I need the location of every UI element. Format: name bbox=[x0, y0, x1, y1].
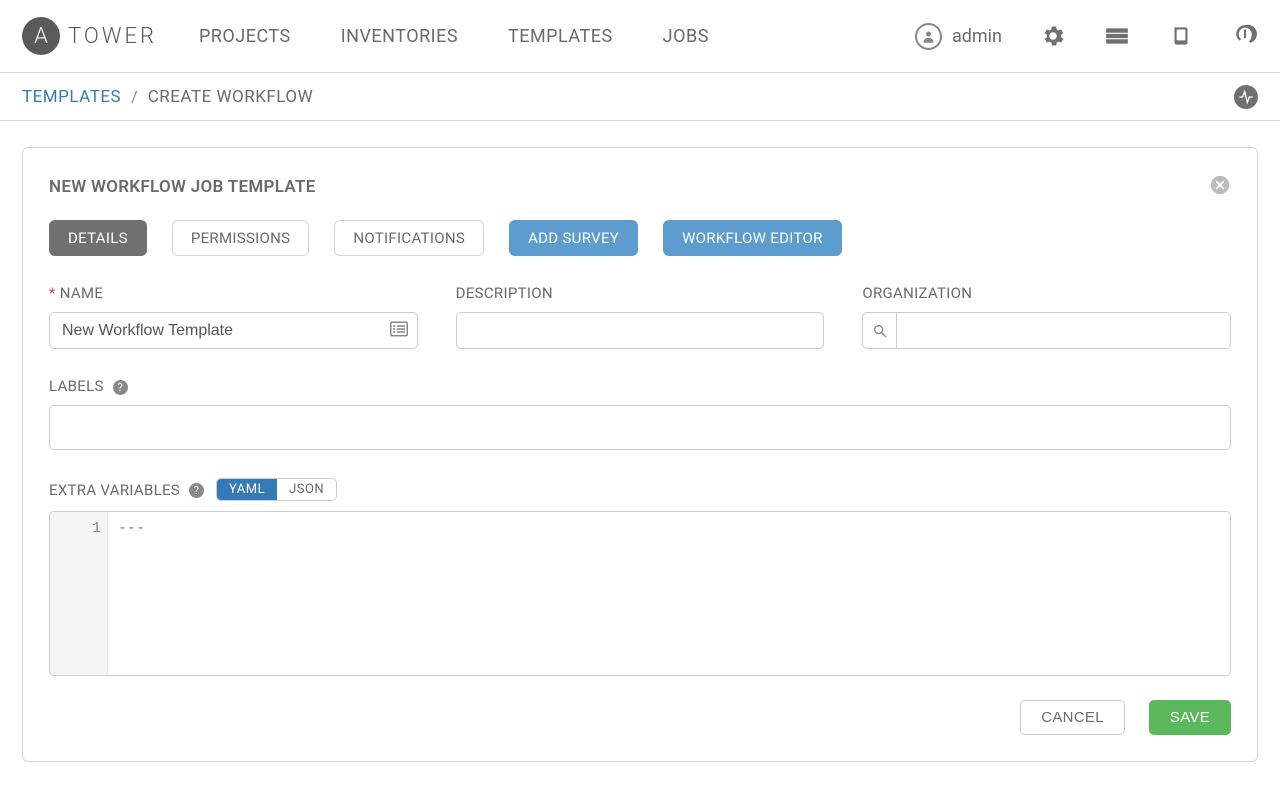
nav-links: PROJECTS INVENTORIES TEMPLATES JOBS bbox=[199, 26, 709, 47]
toggle-yaml[interactable]: YAML bbox=[217, 479, 277, 500]
organization-label: ORGANIZATION bbox=[862, 284, 1231, 302]
description-input[interactable] bbox=[456, 312, 825, 349]
panel-title: NEW WORKFLOW JOB TEMPLATE bbox=[49, 177, 316, 197]
organization-search-icon[interactable] bbox=[862, 312, 895, 349]
user-icon bbox=[915, 23, 942, 50]
nav-templates[interactable]: TEMPLATES bbox=[508, 26, 613, 47]
field-extra-variables: EXTRA VARIABLES ? YAML JSON 1 --- bbox=[49, 478, 1231, 676]
organization-input[interactable] bbox=[896, 312, 1231, 349]
nav-right: admin bbox=[915, 23, 1258, 50]
field-description: DESCRIPTION bbox=[456, 284, 825, 349]
form-footer: CANCEL SAVE bbox=[49, 700, 1231, 735]
tab-workflow-editor[interactable]: WORKFLOW EDITOR bbox=[663, 220, 842, 256]
user-menu[interactable]: admin bbox=[915, 23, 1002, 50]
tab-notifications[interactable]: NOTIFICATIONS bbox=[334, 220, 484, 256]
nav-projects[interactable]: PROJECTS bbox=[199, 26, 291, 47]
breadcrumb-templates[interactable]: TEMPLATES bbox=[22, 87, 121, 107]
tab-permissions[interactable]: PERMISSIONS bbox=[172, 220, 310, 256]
name-input[interactable] bbox=[49, 312, 418, 349]
extra-variables-help-icon[interactable]: ? bbox=[189, 483, 204, 498]
docs-icon[interactable] bbox=[1168, 23, 1194, 49]
nav-jobs[interactable]: JOBS bbox=[663, 26, 709, 47]
code-gutter: 1 bbox=[50, 512, 108, 675]
username-label: admin bbox=[952, 26, 1002, 47]
form-row-1: * NAME DESCRIPTION ORGANIZATION bbox=[49, 284, 1231, 349]
breadcrumb-current: CREATE WORKFLOW bbox=[148, 87, 313, 107]
top-nav: A TOWER PROJECTS INVENTORIES TEMPLATES J… bbox=[0, 0, 1280, 73]
format-toggle: YAML JSON bbox=[216, 478, 337, 501]
field-organization: ORGANIZATION bbox=[862, 284, 1231, 349]
cancel-button[interactable]: CANCEL bbox=[1020, 700, 1125, 735]
brand-name: TOWER bbox=[68, 24, 157, 49]
logo-badge-icon: A bbox=[22, 17, 60, 55]
nav-inventories[interactable]: INVENTORIES bbox=[341, 26, 458, 47]
extra-variables-label: EXTRA VARIABLES ? bbox=[49, 481, 204, 499]
description-label: DESCRIPTION bbox=[456, 284, 825, 302]
labels-label: LABELS ? bbox=[49, 377, 1231, 395]
field-name: * NAME bbox=[49, 284, 418, 349]
settings-icon[interactable] bbox=[1040, 23, 1066, 49]
labels-help-icon[interactable]: ? bbox=[113, 380, 128, 395]
breadcrumb: TEMPLATES / CREATE WORKFLOW bbox=[0, 73, 1280, 121]
tab-add-survey[interactable]: ADD SURVEY bbox=[509, 220, 638, 256]
code-editor[interactable]: 1 --- bbox=[49, 511, 1231, 676]
labels-input[interactable] bbox=[49, 405, 1231, 450]
close-icon[interactable] bbox=[1209, 174, 1231, 200]
name-label: * NAME bbox=[49, 284, 418, 302]
save-button[interactable]: SAVE bbox=[1149, 700, 1231, 735]
toggle-json[interactable]: JSON bbox=[277, 479, 336, 500]
list-icon[interactable] bbox=[390, 321, 408, 341]
portal-icon[interactable] bbox=[1104, 23, 1130, 49]
field-labels: LABELS ? bbox=[49, 377, 1231, 450]
activity-stream-icon[interactable] bbox=[1234, 85, 1258, 109]
logo[interactable]: A TOWER bbox=[22, 17, 157, 55]
tab-bar: DETAILS PERMISSIONS NOTIFICATIONS ADD SU… bbox=[49, 220, 1231, 256]
required-mark: * bbox=[49, 284, 56, 302]
form-panel: NEW WORKFLOW JOB TEMPLATE DETAILS PERMIS… bbox=[22, 147, 1258, 762]
panel-header: NEW WORKFLOW JOB TEMPLATE bbox=[49, 174, 1231, 200]
breadcrumb-separator: / bbox=[131, 87, 138, 106]
logout-icon[interactable] bbox=[1232, 23, 1258, 49]
code-content[interactable]: --- bbox=[108, 512, 1230, 675]
tab-details[interactable]: DETAILS bbox=[49, 220, 147, 256]
